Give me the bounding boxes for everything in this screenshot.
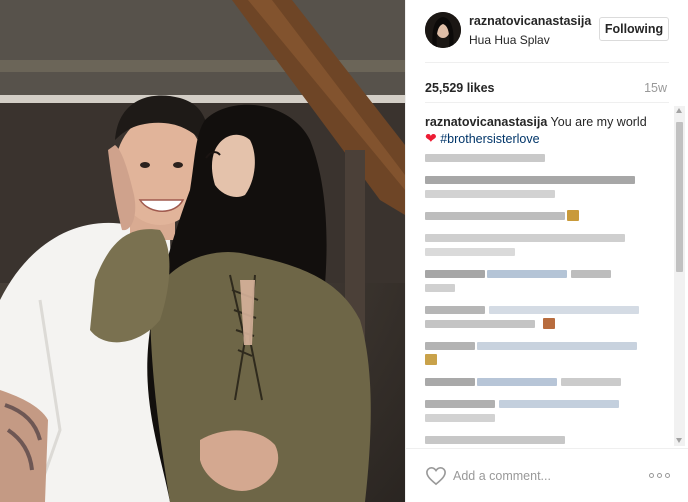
heart-emoji-icon: ❤ — [425, 130, 437, 146]
like-heart-icon[interactable] — [425, 466, 447, 486]
post-sidebar: raznatovicanastasija Hua Hua Splav Follo… — [405, 0, 688, 502]
emoji-obscured — [425, 354, 437, 365]
post-photo[interactable] — [0, 0, 405, 502]
scroll-down-arrow-icon[interactable] — [676, 438, 682, 443]
comment-obscured — [425, 284, 455, 292]
post-header: raznatovicanastasija Hua Hua Splav Follo… — [406, 0, 688, 62]
comment-obscured — [425, 306, 485, 314]
emoji-obscured — [567, 210, 579, 221]
comment-obscured — [489, 306, 639, 314]
caption-text: You are my world — [550, 115, 647, 129]
comment-obscured — [571, 270, 611, 278]
caption-hashtag[interactable]: #brothersisterlove — [440, 132, 539, 146]
emoji-obscured — [543, 318, 555, 329]
photo-illustration — [0, 0, 405, 502]
comment-obscured — [425, 378, 475, 386]
comment-obscured — [425, 212, 565, 220]
scroll-thumb[interactable] — [676, 122, 683, 272]
more-options-icon[interactable] — [649, 473, 673, 479]
post-username[interactable]: raznatovicanastasija — [469, 14, 591, 28]
caption-username[interactable]: raznatovicanastasija — [425, 115, 547, 129]
post-caption: raznatovicanastasija You are my world ❤ … — [425, 114, 661, 147]
header-divider — [425, 62, 669, 63]
comment-obscured — [425, 436, 565, 444]
comment-obscured — [561, 378, 621, 386]
likes-divider — [425, 102, 669, 103]
post-location[interactable]: Hua Hua Splav — [469, 33, 550, 47]
comment-obscured — [477, 378, 557, 386]
comment-obscured — [425, 154, 545, 162]
comment-bar — [406, 448, 688, 502]
comment-obscured — [425, 270, 485, 278]
avatar[interactable] — [425, 12, 461, 48]
post-age[interactable]: 15w — [644, 81, 667, 95]
comment-obscured — [425, 190, 555, 198]
comments-list — [425, 150, 667, 446]
comment-obscured — [499, 400, 619, 408]
add-comment-input[interactable] — [453, 467, 633, 485]
comment-obscured — [477, 342, 637, 350]
comment-obscured — [425, 400, 495, 408]
following-button[interactable]: Following — [599, 17, 669, 41]
comments-scrollbar[interactable] — [674, 106, 685, 446]
comment-obscured — [425, 342, 475, 350]
comment-obscured — [425, 414, 495, 422]
likes-count[interactable]: 25,529 likes — [425, 81, 495, 95]
comment-obscured — [425, 248, 515, 256]
comment-obscured — [425, 176, 635, 184]
comment-obscured — [487, 270, 567, 278]
scroll-up-arrow-icon[interactable] — [676, 108, 682, 113]
avatar-image — [425, 12, 461, 48]
comment-obscured — [425, 320, 535, 328]
comment-obscured — [425, 234, 625, 242]
